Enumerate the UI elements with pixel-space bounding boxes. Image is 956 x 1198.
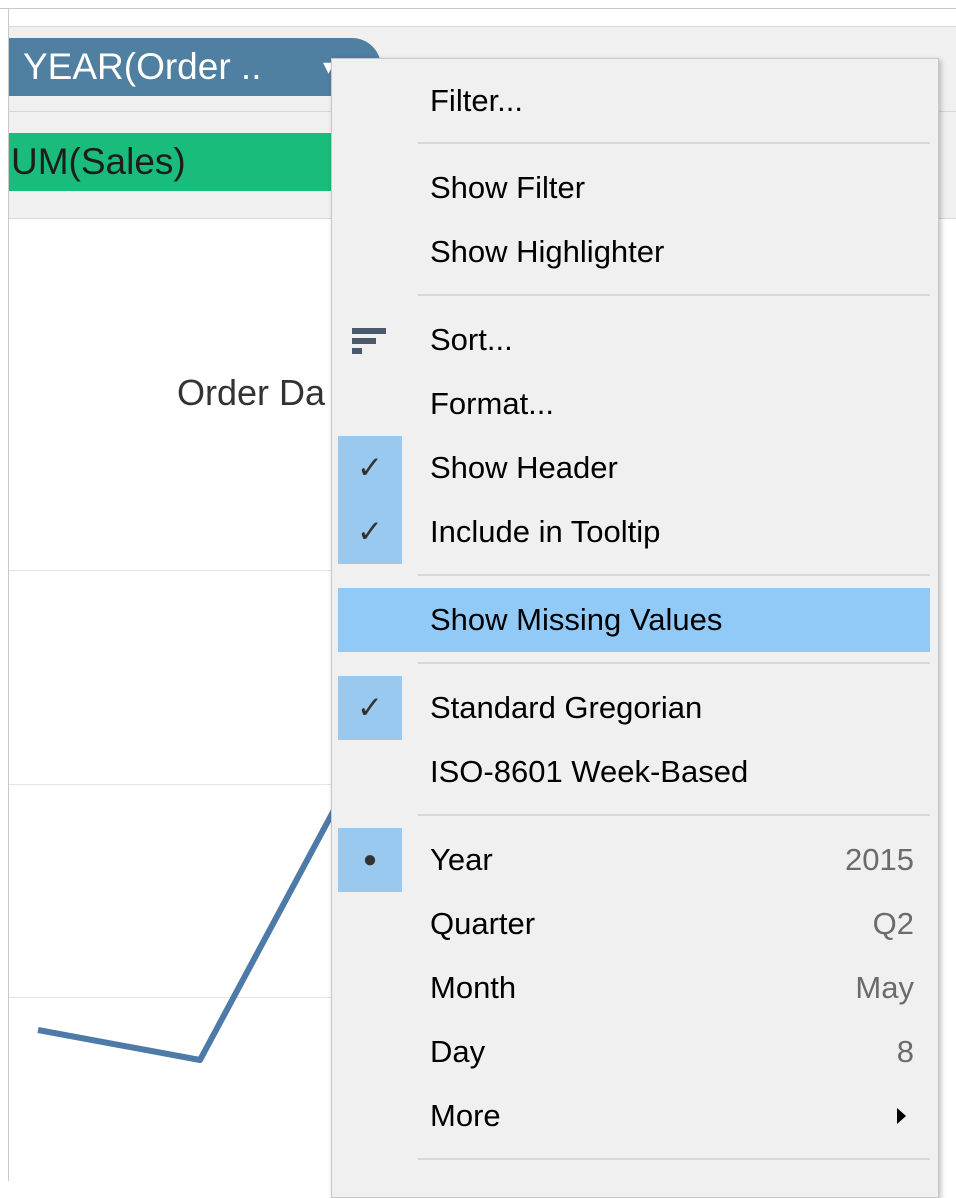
menu-item-include-in-tooltip[interactable]: Include in Tooltip: [338, 500, 930, 564]
menu-item-more[interactable]: More: [338, 1084, 930, 1148]
menu-item-label: Quarter: [430, 906, 536, 941]
menu-item-label: Day: [430, 1034, 486, 1069]
sales-line: [37, 808, 337, 1063]
menu-item-value: May: [855, 970, 914, 1005]
menu-item-standard-gregorian[interactable]: ✓ Standard Gregorian: [338, 676, 930, 740]
menu-item-label: Format...: [430, 386, 555, 421]
menu-item-label: Year: [430, 842, 493, 877]
menu-item-label: Show Missing Values: [430, 602, 723, 637]
menu-separator: [418, 662, 930, 664]
menu-item-label: Sort...: [430, 322, 513, 357]
menu-item-value: 8: [896, 1034, 914, 1069]
menu-item-show-filter[interactable]: Show Filter: [338, 156, 930, 220]
menu-item-label: Show Header: [430, 450, 618, 485]
menu-item-label: Filter...: [430, 83, 524, 118]
menu-item-year[interactable]: ● Year 2015: [338, 828, 930, 892]
menu-item-quarter[interactable]: Quarter Q2: [338, 892, 930, 956]
menu-item-label: Month: [430, 970, 517, 1005]
menu-item-value: Q2: [872, 906, 914, 941]
menu-separator: [418, 294, 930, 296]
menu-item-month[interactable]: Month May: [338, 956, 930, 1020]
menu-separator: [418, 142, 930, 144]
menu-item-label: Standard Gregorian: [430, 690, 703, 725]
menu-item-format[interactable]: Format...: [338, 372, 930, 436]
menu-separator: [418, 1158, 930, 1160]
menu-item-sort[interactable]: Sort...: [338, 308, 930, 372]
menu-item-day[interactable]: Day 8: [338, 1020, 930, 1084]
menu-separator: [418, 814, 930, 816]
menu-item-show-highlighter[interactable]: Show Highlighter: [338, 220, 930, 284]
menu-item-label: Include in Tooltip: [430, 514, 661, 549]
menu-item-show-missing-values[interactable]: Show Missing Values: [338, 588, 930, 652]
menu-item-value: 2015: [845, 842, 914, 877]
check-icon: ✓: [338, 676, 402, 740]
bullet-icon: ●: [338, 828, 402, 892]
pill-context-menu: Filter... Show Filter Show Highlighter S…: [331, 58, 939, 1198]
menu-item-iso-week-based[interactable]: ISO-8601 Week-Based: [338, 740, 930, 804]
menu-item-show-header[interactable]: ✓ ✓ Show Header: [338, 436, 930, 564]
menu-separator: [418, 574, 930, 576]
menu-item-label: Show Filter: [430, 170, 586, 205]
sort-icon: [352, 328, 386, 358]
menu-item-label: More: [430, 1098, 501, 1133]
submenu-arrow-icon: [897, 1108, 906, 1124]
menu-item-filter[interactable]: Filter...: [338, 69, 930, 133]
menu-item-label: Show Highlighter: [430, 234, 665, 269]
menu-item-label: ISO-8601 Week-Based: [430, 754, 749, 789]
